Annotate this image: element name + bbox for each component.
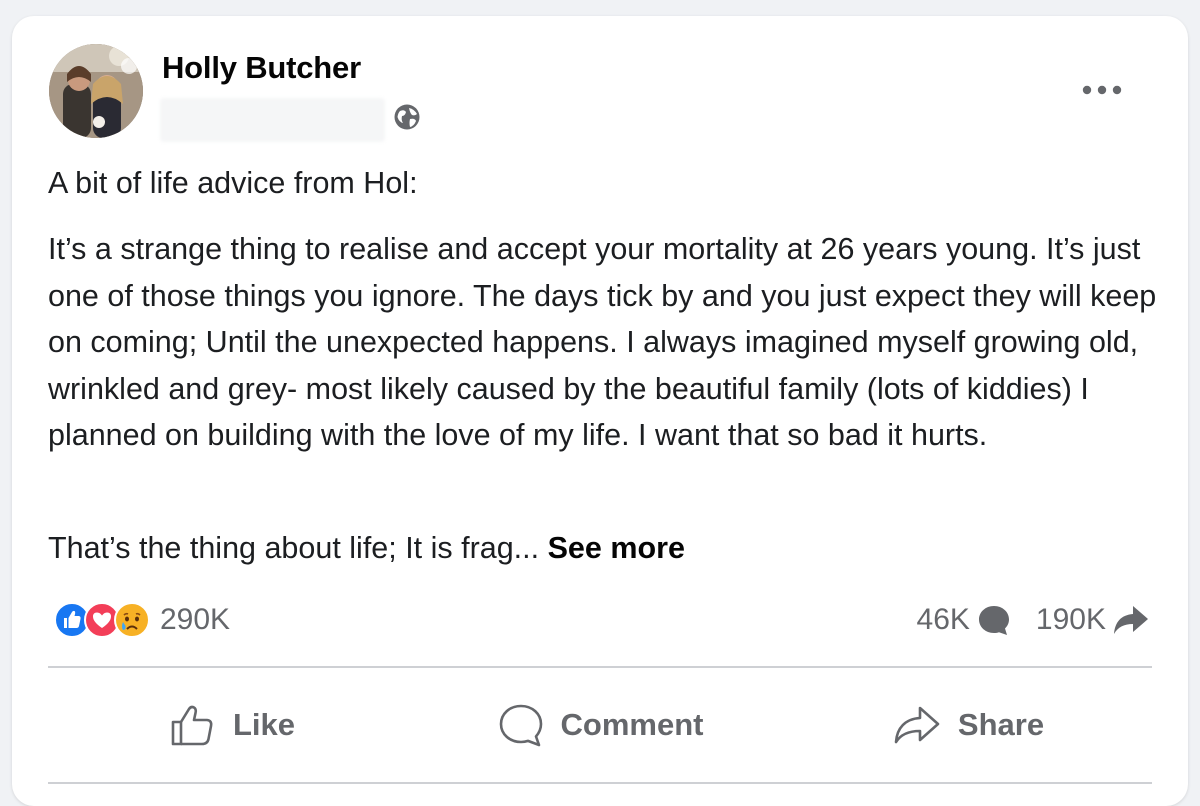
shares-stat[interactable]: 190K	[1036, 602, 1150, 638]
comments-count: 46K	[916, 603, 970, 636]
thumbs-up-icon	[171, 705, 213, 746]
comment-label: Comment	[560, 707, 704, 742]
reactions-count: 290K	[160, 603, 231, 636]
more-icon	[1082, 85, 1122, 95]
globe-icon[interactable]	[392, 102, 422, 132]
share-icon	[894, 706, 940, 744]
engagement-stats: 46K 190K	[917, 598, 1150, 642]
comment-bubble-icon	[978, 606, 1009, 635]
post-timestamp-redacted	[160, 98, 385, 142]
more-options-button[interactable]	[1074, 70, 1130, 110]
share-arrow-icon	[1114, 606, 1148, 634]
sad-icon	[114, 602, 150, 638]
shares-count: 190K	[1035, 603, 1106, 636]
like-label: Like	[232, 707, 296, 742]
post-text-truncated: That’s the thing about life; It is frag.…	[48, 525, 1158, 572]
like-button[interactable]: Like	[48, 670, 416, 780]
post-card: Holly Butcher A bit of life advice from …	[12, 16, 1188, 806]
share-button[interactable]: Share	[784, 670, 1152, 780]
author-name[interactable]: Holly Butcher	[162, 50, 361, 86]
share-label: Share	[957, 707, 1045, 742]
see-more-link[interactable]: See more	[548, 531, 685, 565]
post-text-body: It’s a strange thing to realise and acce…	[48, 232, 1157, 453]
comments-stat[interactable]: 46K	[917, 602, 1012, 638]
reactions-summary[interactable]: 290K	[54, 596, 230, 644]
comment-icon	[499, 704, 542, 747]
action-bar: Like Comment Share	[48, 670, 1152, 780]
comment-button[interactable]: Comment	[416, 670, 784, 780]
post-text-preview: That’s the thing about life; It is frag.…	[48, 531, 540, 565]
post-text-line: A bit of life advice from Hol:	[48, 166, 418, 200]
divider	[48, 666, 1152, 668]
avatar[interactable]	[49, 44, 143, 138]
